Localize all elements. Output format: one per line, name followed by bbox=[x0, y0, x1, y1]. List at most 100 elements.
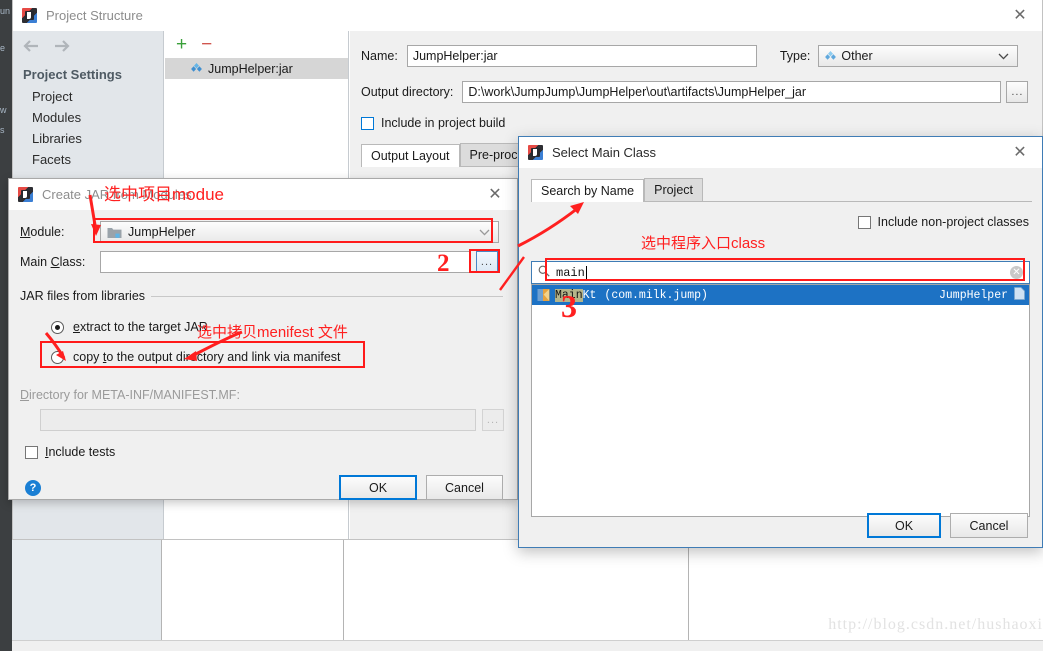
sidebar-item-facets[interactable]: Facets bbox=[13, 149, 163, 170]
include-tests-checkbox[interactable] bbox=[25, 445, 38, 459]
main-class-browse-button[interactable]: ... bbox=[476, 251, 498, 273]
output-directory-row: Output directory: D:\work\JumpJump\JumpH… bbox=[350, 81, 1042, 103]
module-folder-icon bbox=[107, 226, 122, 239]
module-select[interactable]: JumpHelper bbox=[100, 221, 499, 243]
watermark-text: http://blog.csdn.net/hushaoxi bbox=[828, 616, 1043, 633]
select-main-class-titlebar: Select Main Class ✕ bbox=[519, 137, 1042, 168]
kotlin-class-icon bbox=[537, 288, 550, 302]
class-name-rest: Kt bbox=[582, 288, 597, 302]
close-icon[interactable]: ✕ bbox=[998, 0, 1042, 31]
ide-strip-fragment-0: un bbox=[0, 6, 11, 16]
class-search-input[interactable]: main ✕ bbox=[531, 261, 1030, 284]
select-main-class-button-row: OK Cancel bbox=[519, 513, 1042, 538]
copy-to-output-directory-radio[interactable] bbox=[51, 350, 64, 364]
class-name-match: Main bbox=[555, 288, 583, 302]
select-main-class-ok-button[interactable]: OK bbox=[867, 513, 941, 538]
add-artifact-button[interactable]: + bbox=[176, 35, 187, 54]
output-directory-label: Output directory: bbox=[361, 85, 454, 99]
include-tests-label: Include tests bbox=[45, 445, 116, 459]
type-label: Type: bbox=[779, 49, 811, 63]
main-class-label: Main Class: bbox=[20, 255, 86, 269]
create-jar-body: Module: JumpHelper Main Class: ... JAR f… bbox=[9, 210, 517, 500]
create-jar-dialog: Create JAR from Modules ✕ Module: JumpHe… bbox=[8, 178, 518, 500]
ide-strip-fragment-3: s bbox=[0, 125, 5, 135]
manifest-directory-input[interactable] bbox=[40, 409, 476, 431]
forward-arrow-icon[interactable] bbox=[53, 39, 70, 53]
extract-to-target-jar-radio[interactable] bbox=[51, 320, 64, 334]
include-in-build-label: Include in project build bbox=[381, 116, 506, 130]
libraries-group-header: JAR files from libraries bbox=[9, 289, 517, 303]
bg-status-bar bbox=[12, 640, 1043, 651]
include-non-project-classes-label: Include non-project classes bbox=[877, 215, 1029, 229]
radio-extract-row[interactable]: extract to the target JAR bbox=[9, 320, 517, 334]
intellij-app-icon bbox=[22, 8, 37, 23]
include-non-project-classes-checkbox[interactable] bbox=[857, 215, 871, 229]
main-class-row: Main Class: ... bbox=[9, 251, 517, 273]
select-main-class-dialog: Select Main Class ✕ Search by Name Proje… bbox=[518, 136, 1043, 548]
text-caret bbox=[585, 266, 587, 279]
back-arrow-icon[interactable] bbox=[23, 39, 40, 53]
class-search-value: main bbox=[556, 265, 585, 280]
include-tests-row[interactable]: Include tests bbox=[9, 445, 517, 459]
output-directory-input[interactable]: D:\work\JumpJump\JumpHelper\out\artifact… bbox=[462, 81, 1002, 103]
artifacts-toolbar: + − bbox=[165, 31, 348, 58]
output-directory-browse-button[interactable]: ... bbox=[1006, 81, 1029, 103]
project-structure-titlebar: Project Structure ✕ bbox=[13, 0, 1042, 31]
create-jar-button-row: ? OK Cancel bbox=[9, 475, 517, 500]
include-in-build-checkbox[interactable] bbox=[361, 116, 374, 130]
intellij-app-icon bbox=[18, 187, 33, 202]
intellij-app-icon bbox=[528, 145, 543, 160]
create-jar-title: Create JAR from Modules bbox=[42, 187, 192, 202]
ide-strip-fragment-2: w bbox=[0, 105, 7, 115]
select-main-class-body: Search by Name Project Include non-proje… bbox=[519, 168, 1042, 547]
artifact-diamond-icon bbox=[191, 63, 202, 74]
manifest-dir-input-row: ... bbox=[9, 409, 517, 431]
chevron-down-icon bbox=[998, 49, 1009, 63]
name-label: Name: bbox=[361, 49, 398, 63]
class-results-list[interactable]: Main Kt (com.milk.jump) JumpHelper bbox=[531, 284, 1030, 517]
sidebar-item-libraries[interactable]: Libraries bbox=[13, 128, 163, 149]
project-structure-title: Project Structure bbox=[46, 8, 143, 23]
sidebar-item-project[interactable]: Project bbox=[13, 86, 163, 107]
include-non-project-row[interactable]: Include non-project classes bbox=[519, 215, 1042, 229]
artifact-row[interactable]: JumpHelper:jar bbox=[165, 58, 348, 79]
close-icon[interactable]: ✕ bbox=[473, 179, 517, 210]
copy-to-output-directory-label: copy to the output directory and link vi… bbox=[73, 350, 341, 364]
artifact-type-value: Other bbox=[841, 49, 873, 63]
artifact-name-input[interactable]: JumpHelper:jar bbox=[406, 45, 757, 67]
class-package: (com.milk.jump) bbox=[604, 288, 708, 302]
sidebar-section-title: Project Settings bbox=[23, 67, 122, 82]
libraries-group-title: JAR files from libraries bbox=[20, 289, 152, 303]
remove-artifact-button[interactable]: − bbox=[201, 35, 212, 54]
create-jar-ok-button[interactable]: OK bbox=[339, 475, 417, 500]
type-diamond-icon bbox=[825, 50, 837, 62]
artifact-row-label: JumpHelper:jar bbox=[208, 61, 293, 76]
module-value: JumpHelper bbox=[128, 225, 196, 239]
tab-project[interactable]: Project bbox=[644, 178, 704, 201]
create-jar-titlebar: Create JAR from Modules ✕ bbox=[9, 179, 517, 210]
select-main-class-title: Select Main Class bbox=[552, 145, 657, 160]
sidebar-item-modules[interactable]: Modules bbox=[13, 107, 163, 128]
include-in-build-row[interactable]: Include in project build bbox=[350, 116, 1042, 130]
tab-output-layout[interactable]: Output Layout bbox=[361, 144, 460, 167]
close-icon[interactable]: ✕ bbox=[998, 137, 1042, 168]
main-class-input[interactable] bbox=[100, 251, 471, 273]
manifest-directory-browse-button[interactable]: ... bbox=[482, 409, 504, 431]
create-jar-cancel-button[interactable]: Cancel bbox=[426, 475, 503, 500]
clear-search-icon[interactable]: ✕ bbox=[1010, 266, 1023, 279]
class-module: JumpHelper bbox=[938, 288, 1008, 302]
module-row: Module: JumpHelper bbox=[9, 221, 517, 243]
help-icon[interactable]: ? bbox=[25, 479, 41, 496]
radio-copy-row[interactable]: copy to the output directory and link vi… bbox=[9, 350, 517, 364]
select-main-class-cancel-button[interactable]: Cancel bbox=[950, 513, 1028, 538]
tab-search-by-name[interactable]: Search by Name bbox=[531, 179, 645, 202]
module-label: Module: bbox=[20, 225, 65, 239]
manifest-directory-label: Directory for META-INF/MANIFEST.MF: bbox=[20, 388, 240, 402]
select-main-class-tabstrip: Search by Name Project bbox=[531, 177, 1032, 202]
screen-root: http://blog.csdn.net/hushaoxi un e w s P… bbox=[0, 0, 1043, 651]
artifact-type-select[interactable]: Other bbox=[818, 45, 1019, 67]
manifest-dir-label-row: Directory for META-INF/MANIFEST.MF: bbox=[9, 388, 517, 402]
module-badge-icon bbox=[1014, 286, 1025, 304]
class-result-row[interactable]: Main Kt (com.milk.jump) JumpHelper bbox=[532, 285, 1029, 305]
search-icon bbox=[538, 265, 550, 280]
